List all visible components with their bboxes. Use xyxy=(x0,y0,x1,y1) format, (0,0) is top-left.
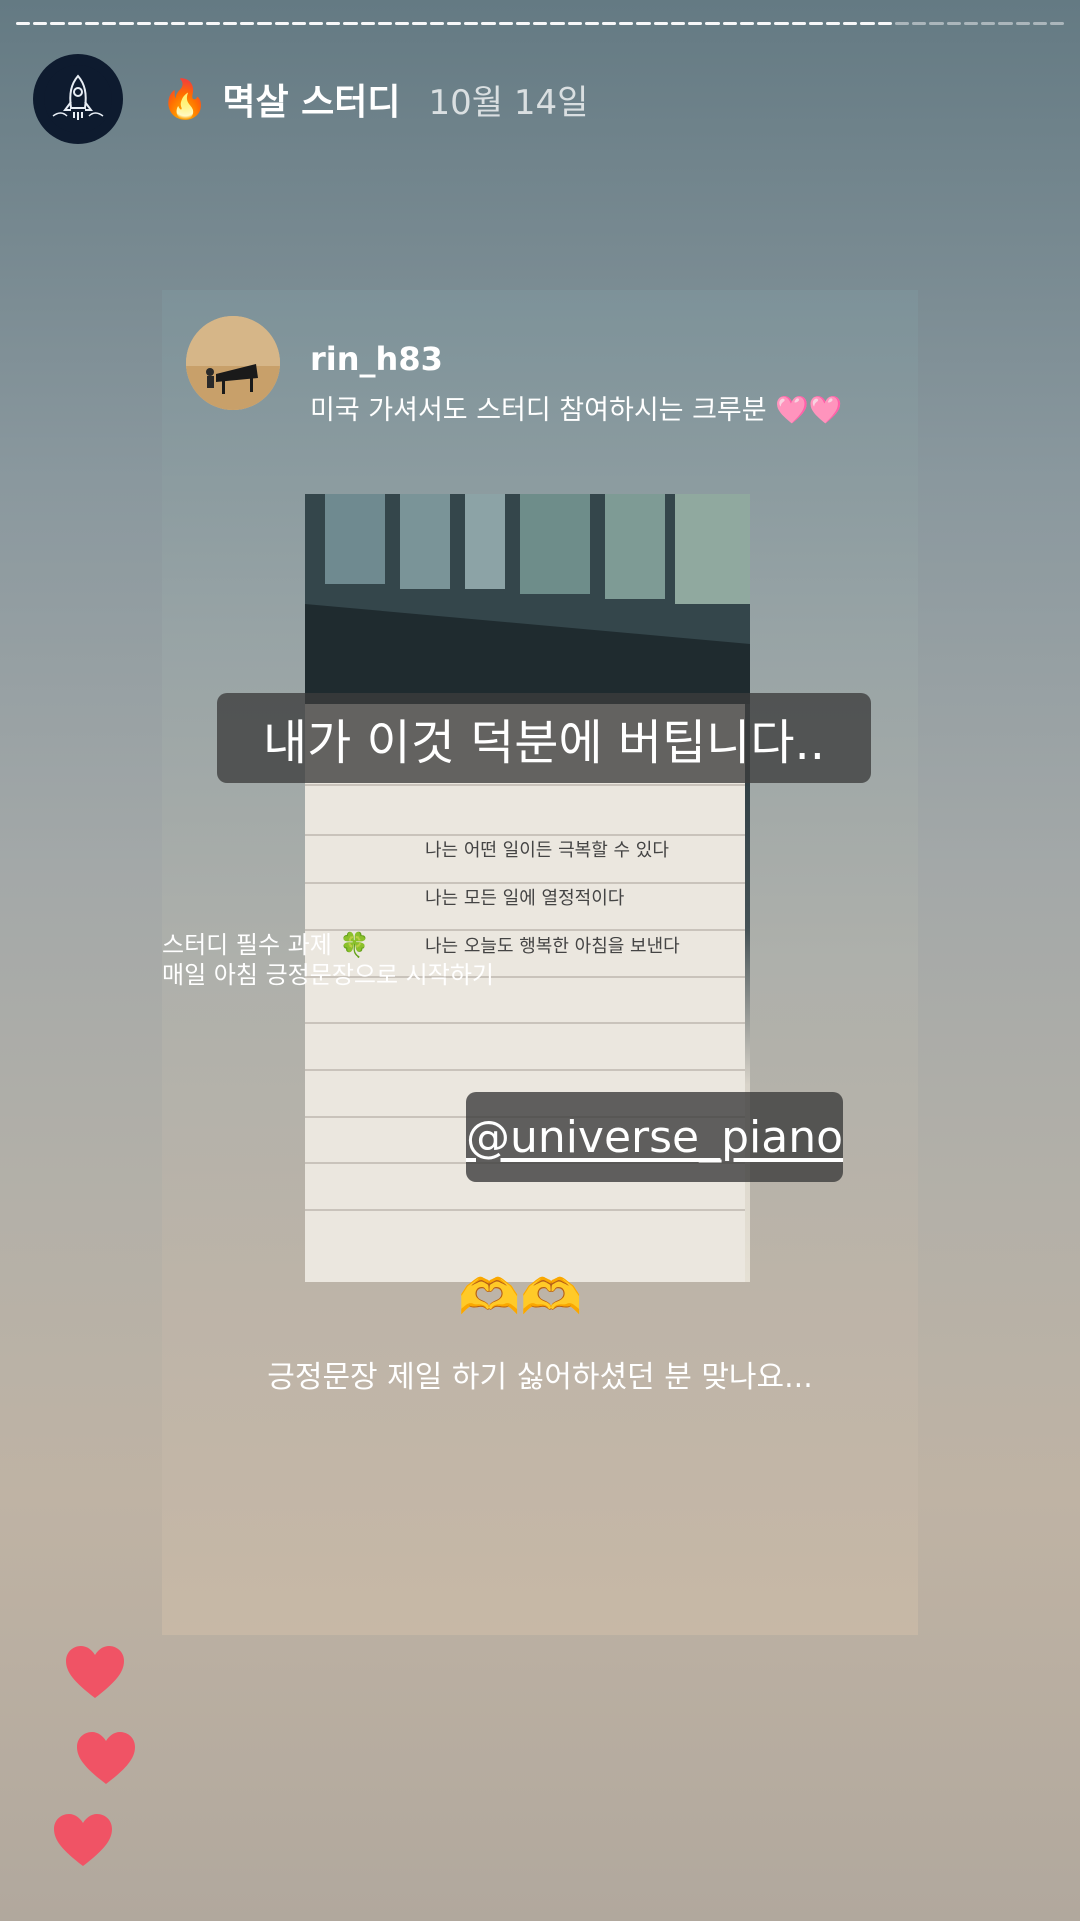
progress-segment xyxy=(240,22,255,25)
progress-segment xyxy=(188,22,203,25)
progress-segment xyxy=(963,22,979,25)
progress-segment xyxy=(16,22,31,25)
bottom-caption: 긍정문장 제일 하기 싫어하셨던 분 맞나요... xyxy=(267,1360,813,1395)
progress-segment xyxy=(670,22,686,25)
progress-segment xyxy=(929,22,944,25)
mention-text[interactable]: @universe_piano xyxy=(466,1112,843,1163)
progress-segment xyxy=(360,22,375,25)
progress-segment xyxy=(1015,22,1030,25)
shared-post-avatar[interactable] xyxy=(186,316,280,410)
notebook-paper: 나는 어떤 일이든 극복할 수 있다 나는 모든 일에 열정적이다 나는 오늘도… xyxy=(305,704,745,1282)
progress-segment xyxy=(464,22,479,25)
progress-segment xyxy=(102,22,117,25)
progress-segment xyxy=(774,22,789,25)
progress-segment xyxy=(136,22,151,25)
progress-segment xyxy=(171,22,186,25)
progress-segment xyxy=(515,22,531,25)
shared-post-user: rin_h83 미국 가셔서도 스터디 참여하시는 크루분 🩷🩷 xyxy=(186,316,842,427)
progress-segment xyxy=(653,22,668,25)
story-header: 🔥 멱살 스터디 10월 14일 xyxy=(33,54,588,144)
progress-segment xyxy=(498,22,513,25)
progress-segment xyxy=(412,22,427,25)
progress-segment xyxy=(791,22,806,25)
window-background xyxy=(305,494,750,704)
progress-segment xyxy=(205,22,220,25)
progress-segment xyxy=(274,22,289,25)
progress-segment xyxy=(688,22,703,25)
progress-segment xyxy=(619,22,634,25)
account-name-text: 멱살 스터디 xyxy=(222,82,401,123)
mention-sticker[interactable]: @universe_piano xyxy=(466,1092,843,1182)
shared-post-username[interactable]: rin_h83 xyxy=(310,340,842,378)
progress-segment xyxy=(860,22,875,25)
progress-segment xyxy=(446,22,462,25)
progress-segment xyxy=(550,22,565,25)
progress-segment xyxy=(429,22,444,25)
progress-segment xyxy=(877,22,892,25)
study-note-line2: 매일 아침 긍정문장으로 시작하기 xyxy=(162,961,495,989)
story-progress-bar xyxy=(16,22,1065,26)
progress-segment xyxy=(257,22,272,25)
progress-segment xyxy=(33,22,48,25)
progress-segment xyxy=(119,22,134,25)
account-avatar[interactable] xyxy=(33,54,123,144)
account-name[interactable]: 🔥 멱살 스터디 xyxy=(161,73,400,125)
progress-segment xyxy=(222,22,238,25)
heart-icon xyxy=(66,1646,124,1698)
progress-segment xyxy=(946,22,961,25)
progress-segment xyxy=(153,22,169,25)
progress-segment xyxy=(705,22,720,25)
heart-icon xyxy=(77,1732,135,1784)
study-note: 스터디 필수 과제 🍀 매일 아침 긍정문장으로 시작하기 xyxy=(162,930,494,990)
handwriting-line: 나는 어떤 일이든 극복할 수 있다 xyxy=(425,840,669,861)
progress-segment xyxy=(826,22,841,25)
progress-segment xyxy=(998,22,1013,25)
progress-segment xyxy=(722,22,737,25)
progress-segment xyxy=(1032,22,1048,25)
progress-segment xyxy=(343,22,358,25)
progress-segment xyxy=(50,22,65,25)
progress-segment xyxy=(481,22,496,25)
progress-segment xyxy=(567,22,582,25)
progress-segment xyxy=(326,22,341,25)
fire-emoji: 🔥 xyxy=(161,76,209,121)
progress-segment xyxy=(981,22,996,25)
progress-segment xyxy=(808,22,824,25)
progress-segment xyxy=(308,22,324,25)
progress-segment xyxy=(395,22,410,25)
progress-segment xyxy=(67,22,82,25)
heart-icon xyxy=(54,1814,112,1866)
story-date: 10월 14일 xyxy=(428,82,589,123)
progress-segment xyxy=(757,22,772,25)
progress-segment xyxy=(912,22,927,25)
study-note-line1: 스터디 필수 과제 🍀 xyxy=(162,931,370,959)
progress-segment xyxy=(894,22,910,25)
handwriting-line: 나는 모든 일에 열정적이다 xyxy=(425,888,625,909)
progress-segment xyxy=(84,22,100,25)
progress-segment xyxy=(377,22,393,25)
shared-post-caption: 미국 가셔서도 스터디 참여하시는 크루분 🩷🩷 xyxy=(310,395,843,426)
progress-segment xyxy=(601,22,617,25)
rocket-icon xyxy=(44,65,112,133)
progress-segment xyxy=(1050,22,1065,25)
progress-segment xyxy=(584,22,599,25)
progress-segment xyxy=(739,22,755,25)
progress-segment xyxy=(636,22,651,25)
big-text-caption: 내가 이것 덕분에 버팁니다.. xyxy=(217,693,871,783)
progress-segment xyxy=(533,22,548,25)
heart-hands-emoji: 🫶🫶 xyxy=(458,1268,583,1326)
progress-segment xyxy=(843,22,858,25)
piano-photo-icon xyxy=(186,316,280,410)
progress-segment xyxy=(291,22,306,25)
